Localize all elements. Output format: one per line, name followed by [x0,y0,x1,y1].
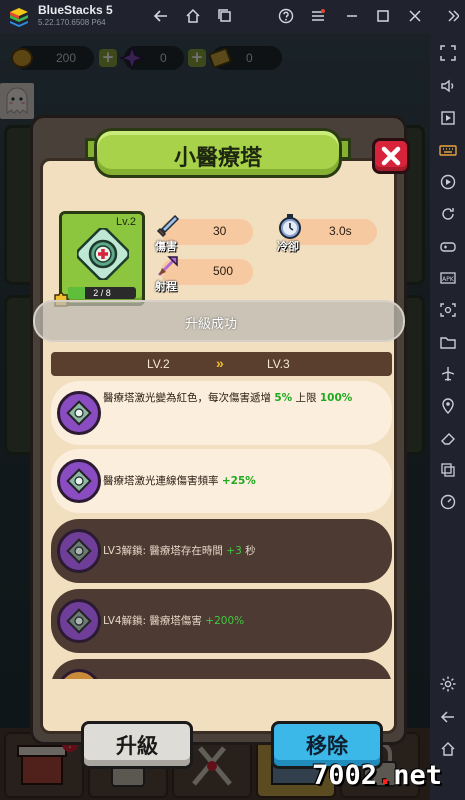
dialog-title-banner: 小醫療塔 [94,128,342,178]
range-value: 500 [213,264,234,278]
range-icon [157,256,178,277]
upgrade-success-toast: 升級成功 [33,300,405,342]
cooldown-label: 冷卻 [277,240,299,253]
macro-icon[interactable] [439,173,457,191]
bluestacks-logo-icon [10,8,28,27]
title-bar: BlueStacks 5 5.22.170.6508 P64 [0,0,465,33]
damage-label: 傷害 [155,240,177,253]
upgrade-item-2: 醫療塔激光連線傷害頻率 +25% [51,449,392,513]
collapse-sidebar-icon[interactable] [442,7,460,25]
cooldown-value: 3.0s [329,224,352,238]
stopwatch-icon [279,214,301,239]
volume-icon[interactable] [439,77,457,95]
upgrade-item-5-locked [51,659,392,679]
screenshot-icon[interactable] [439,301,457,319]
svg-text:APK: APK [442,276,455,283]
dialog-panel: Lv.2 2 / 8 30 傷害 3.0s 冷卻 500 射程 升級成功 LV.… [33,158,405,769]
tower-skill-icon [57,669,101,679]
location-icon[interactable] [439,397,457,415]
medical-tower-icon [77,228,129,280]
upgrade-text-2: 醫療塔激光連線傷害頻率 +25% [103,475,256,487]
level-transition-bar: LV.2 » LV.3 [51,352,392,376]
close-window-icon[interactable] [406,7,424,25]
level-arrow-icon: » [216,355,224,371]
upgrade-text-1: 醫療塔激光變為紅色，每次傷害遞增 5% 上限 100% [103,392,353,404]
upgrade-text-3: LV3解鎖: 醫療塔存在時間 +3 秒 [103,545,256,557]
upgrade-item-3-locked: LV3解鎖: 醫療塔存在時間 +3 秒 [51,519,392,583]
dialog-title: 小醫療塔 [173,146,262,171]
site-watermark: 7002.net [312,760,443,791]
upgrade-text-4: LV4解鎖: 醫療塔傷害 +200% [103,615,245,627]
maximize-icon[interactable] [374,7,392,25]
folder-icon[interactable] [439,333,457,351]
upgrade-button[interactable]: 升級 [81,721,193,769]
upgrade-item-4-locked: LV4解鎖: 醫療塔傷害 +200% [51,589,392,653]
app-version: 5.22.170.6508 P64 [38,18,106,27]
level-to: LV.3 [267,357,290,371]
upgrade-item-1: 醫療塔激光變為紅色，每次傷害遞增 5% 上限 100% [51,381,392,445]
tower-skill-icon [57,459,101,503]
level-from: LV.2 [147,357,170,371]
eco-mode-icon[interactable] [439,493,457,511]
rotate-icon[interactable] [439,205,457,223]
help-icon[interactable] [277,7,295,25]
card-progress-bar: 2 / 8 [68,287,136,299]
airplane-icon[interactable] [439,365,457,383]
android-back-icon[interactable] [439,708,457,726]
settings-icon[interactable] [439,675,457,693]
apk-icon[interactable]: APK [439,269,457,287]
bluestacks-sidebar: APK [430,33,465,800]
menu-icon[interactable] [309,7,327,25]
tower-skill-icon [57,599,101,643]
close-dialog-button[interactable] [372,138,410,174]
toast-text: 升級成功 [185,317,238,332]
fullscreen-icon[interactable] [439,44,457,62]
gamepad-icon[interactable] [439,237,457,255]
layers-icon[interactable] [439,461,457,479]
android-home-icon[interactable] [439,740,457,758]
sword-icon [156,214,180,238]
keyboard-icon[interactable] [439,141,457,159]
damage-value: 30 [213,224,227,238]
home-icon[interactable] [184,7,202,25]
tower-skill-icon [57,529,101,573]
minimize-icon[interactable] [343,7,361,25]
back-icon[interactable] [152,7,170,25]
media-icon[interactable] [439,109,457,127]
tower-upgrade-dialog: Lv.2 2 / 8 30 傷害 3.0s 冷卻 500 射程 升級成功 LV.… [30,115,410,769]
tower-level: Lv.2 [116,216,136,228]
close-icon [381,146,401,166]
range-label: 射程 [155,280,177,293]
game-viewport: 200 + 0 + 0 ! [0,33,430,800]
app-name: BlueStacks 5 [38,3,113,17]
tower-card: Lv.2 2 / 8 [54,211,145,307]
tower-skill-icon [57,391,101,435]
upgrade-list[interactable]: 醫療塔激光變為紅色，每次傷害遞增 5% 上限 100% 醫療塔激光連線傷害頻率 … [51,379,392,679]
eraser-icon[interactable] [439,429,457,447]
recent-apps-icon[interactable] [216,7,234,25]
card-progress-text: 2 / 8 [93,288,111,298]
